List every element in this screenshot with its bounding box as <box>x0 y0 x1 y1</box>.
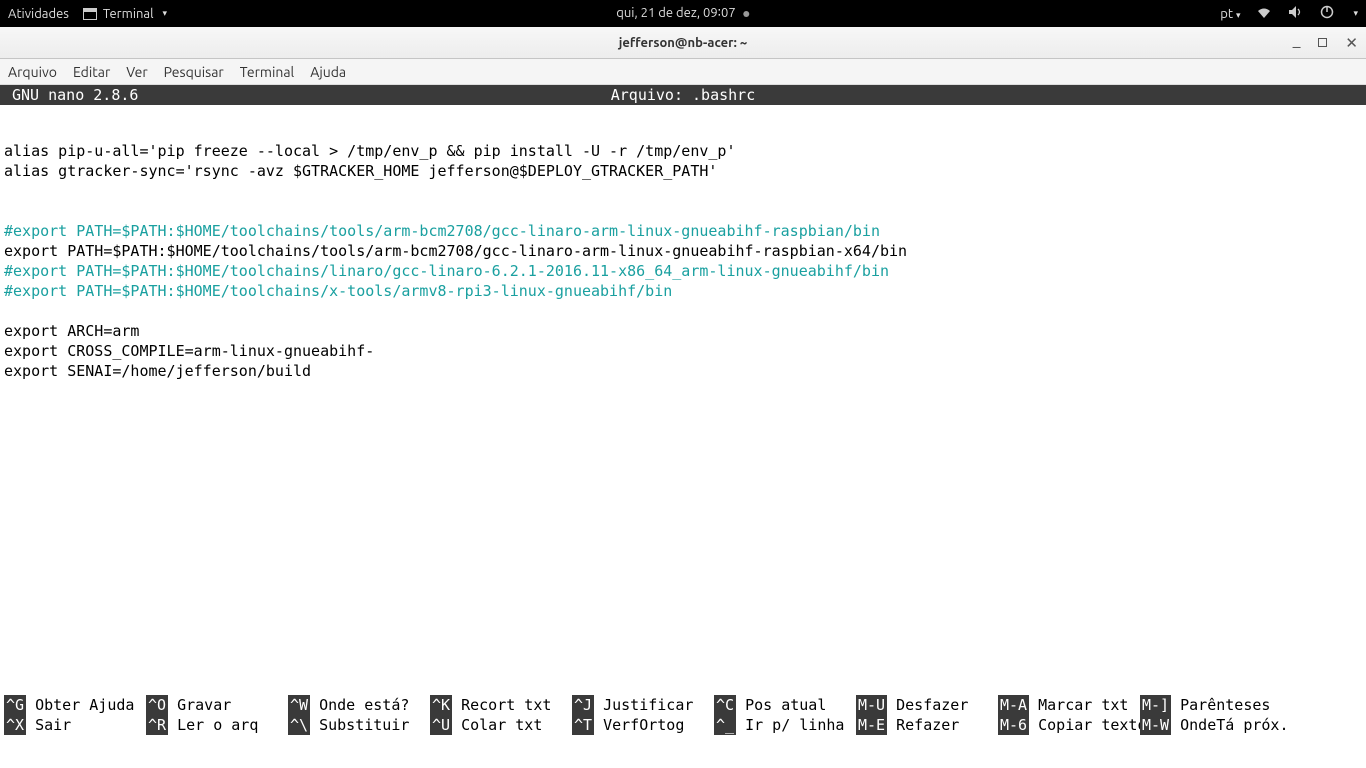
shortcut-curpos: ^C Pos atual <box>714 695 856 715</box>
nano-editor-content[interactable]: alias pip-u-all='pip freeze --local > /t… <box>0 105 1366 695</box>
app-menu-label: Terminal <box>103 7 154 21</box>
shortcut-replace: ^\ Substituir <box>288 715 430 735</box>
code-line-comment: #export PATH=$PATH:$HOME/toolchains/lina… <box>4 262 889 280</box>
keyboard-layout[interactable]: pt▾ <box>1220 7 1240 21</box>
code-line: alias gtracker-sync='rsync -avz $GTRACKE… <box>4 162 717 180</box>
window-close-button[interactable]: ✕ <box>1345 34 1358 52</box>
shortcut-gotoline: ^_ Ir p/ linha <box>714 715 856 735</box>
activities-button[interactable]: Atividades <box>8 7 69 21</box>
nano-file-label: Arquivo: .bashrc <box>611 86 756 104</box>
shortcut-exit: ^X Sair <box>4 715 146 735</box>
shortcut-undo: M-U Desfazer <box>856 695 998 715</box>
menu-ver[interactable]: Ver <box>126 64 147 80</box>
nano-version: GNU nano 2.8.6 <box>12 86 138 104</box>
chevron-down-icon[interactable]: ▾ <box>1353 8 1358 19</box>
notification-dot-icon <box>744 11 750 17</box>
app-menu[interactable]: Terminal ▾ <box>83 7 167 21</box>
menu-editar[interactable]: Editar <box>73 64 110 80</box>
window-maximize-button[interactable] <box>1318 38 1327 47</box>
nano-shortcuts: ^G Obter Ajuda ^O Gravar ^W Onde está? ^… <box>0 695 1366 739</box>
chevron-down-icon: ▾ <box>163 8 168 19</box>
code-line: export CROSS_COMPILE=arm-linux-gnueabihf… <box>4 342 374 360</box>
gnome-top-bar: Atividades Terminal ▾ qui, 21 de dez, 09… <box>0 0 1366 27</box>
shortcut-copy: M-6 Copiar texto <box>998 715 1140 735</box>
code-line-comment: #export PATH=$PATH:$HOME/toolchains/x-to… <box>4 282 672 300</box>
shortcut-readfile: ^R Ler o arq <box>146 715 288 735</box>
shortcut-justify: ^J Justificar <box>572 695 714 715</box>
shortcut-uncut: ^U Colar txt <box>430 715 572 735</box>
terminal-menu-bar: Arquivo Editar Ver Pesquisar Terminal Aj… <box>0 59 1366 85</box>
shortcut-redo: M-E Refazer <box>856 715 998 735</box>
power-icon[interactable] <box>1320 5 1334 22</box>
code-line-comment: #export PATH=$PATH:$HOME/toolchains/tool… <box>4 222 880 240</box>
shortcut-spell: ^T VerfOrtog <box>572 715 714 735</box>
nano-header: GNU nano 2.8.6 Arquivo: .bashrc <box>0 85 1366 105</box>
shortcut-mark: M-A Marcar txt <box>998 695 1140 715</box>
menu-arquivo[interactable]: Arquivo <box>8 64 57 80</box>
menu-pesquisar[interactable]: Pesquisar <box>164 64 224 80</box>
code-line: alias pip-u-all='pip freeze --local > /t… <box>4 142 736 160</box>
shortcut-bracket: M-] Parênteses <box>1140 695 1282 715</box>
volume-icon[interactable] <box>1288 5 1304 22</box>
window-titlebar: jefferson@nb-acer: ~ _ ✕ <box>0 27 1366 59</box>
chevron-down-icon: ▾ <box>1236 10 1241 20</box>
clock[interactable]: qui, 21 de dez, 09∶07 <box>616 6 749 21</box>
code-line: export PATH=$PATH:$HOME/toolchains/tools… <box>4 242 907 260</box>
code-line: export ARCH=arm <box>4 322 139 340</box>
window-minimize-button[interactable]: _ <box>1293 31 1301 49</box>
menu-ajuda[interactable]: Ajuda <box>310 64 346 80</box>
shortcut-whereis: ^W Onde está? <box>288 695 430 715</box>
shortcut-cut: ^K Recort txt <box>430 695 572 715</box>
shortcut-help: ^G Obter Ajuda <box>4 695 146 715</box>
shortcut-writeout: ^O Gravar <box>146 695 288 715</box>
code-line: export SENAI=/home/jefferson/build <box>4 362 311 380</box>
shortcut-findnext: M-W OndeTá próx. <box>1140 715 1282 735</box>
wifi-icon[interactable] <box>1256 6 1272 22</box>
menu-terminal[interactable]: Terminal <box>240 64 295 80</box>
clock-text: qui, 21 de dez, 09∶07 <box>616 6 735 21</box>
terminal-icon <box>83 8 97 20</box>
window-title-text: jefferson@nb-acer: ~ <box>619 36 747 50</box>
